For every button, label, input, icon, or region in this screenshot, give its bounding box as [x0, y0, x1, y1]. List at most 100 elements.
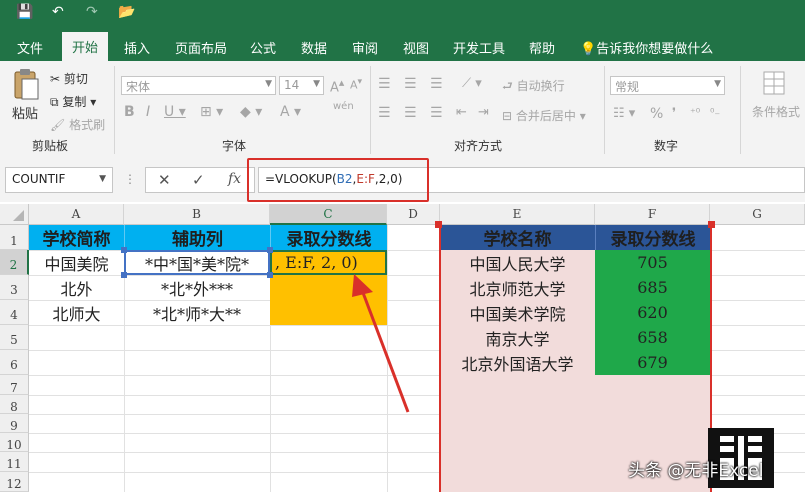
tab-developer[interactable]: 开发工具	[453, 38, 505, 57]
bold-icon[interactable]: B	[124, 104, 135, 120]
row-header-12[interactable]: 12	[0, 472, 29, 492]
column-header-e[interactable]: E	[440, 204, 595, 225]
font-size-combo[interactable]: 14 ▼	[279, 76, 324, 95]
tab-formulas[interactable]: 公式	[250, 38, 276, 57]
range-handle[interactable]	[267, 272, 273, 278]
cell-a3[interactable]: 北外	[29, 275, 124, 300]
orientation-icon[interactable]: ⟋ ▾	[462, 76, 482, 91]
merge-center-button[interactable]: ⊟ 合并后居中 ▾	[502, 107, 586, 124]
align-top-icon[interactable]: ☰	[378, 76, 391, 92]
comma-icon[interactable]: ❜	[672, 106, 676, 121]
conditional-format-button[interactable]: 条件格式	[752, 103, 800, 120]
select-all-corner[interactable]	[0, 204, 29, 225]
cell-b1[interactable]: 辅助列	[124, 225, 270, 250]
cell-b4[interactable]: *北*师*大**	[124, 300, 270, 325]
font-name-combo[interactable]: 宋体 ▼	[121, 76, 276, 95]
grow-font-icon[interactable]: A▴	[330, 76, 344, 95]
tab-page-layout[interactable]: 页面布局	[175, 38, 227, 57]
align-left-icon[interactable]: ☰	[378, 105, 391, 121]
number-format-combo[interactable]: 常规 ▼	[610, 76, 725, 95]
paste-icon[interactable]	[10, 68, 42, 102]
cut-button[interactable]: ✂ 剪切	[50, 70, 88, 87]
range-e-f-outline	[439, 225, 712, 492]
decrease-decimal-icon[interactable]: ⁰₋	[710, 106, 720, 119]
cell-c1[interactable]: 录取分数线	[270, 225, 387, 250]
row-header-11[interactable]: 11	[0, 452, 29, 472]
redo-icon[interactable]: ↷	[86, 4, 98, 20]
row-header-10[interactable]: 10	[0, 433, 29, 452]
row-header-1[interactable]: 1	[0, 225, 29, 250]
tab-data[interactable]: 数据	[301, 38, 327, 57]
row-header-3[interactable]: 3	[0, 275, 29, 300]
open-icon[interactable]: 📂	[118, 4, 135, 20]
name-box[interactable]: COUNTIF ▼	[5, 167, 113, 193]
row-header-9[interactable]: 9	[0, 414, 29, 433]
fill-color-icon[interactable]: ◆ ▾	[240, 104, 262, 120]
cell-b2[interactable]: *中*国*美*院*	[124, 250, 270, 275]
group-number-label: 数字	[654, 139, 679, 153]
align-center-icon[interactable]: ☰	[404, 105, 417, 121]
separator	[370, 66, 371, 154]
column-header-g[interactable]: G	[710, 204, 805, 225]
merge-icon: ⊟	[502, 109, 516, 123]
currency-icon[interactable]: ☷ ▾	[613, 106, 635, 121]
font-color-icon[interactable]: A ▾	[280, 104, 301, 120]
conditional-format-icon[interactable]	[762, 70, 786, 98]
range-handle[interactable]	[267, 247, 273, 253]
row-header-7[interactable]: 7	[0, 375, 29, 395]
increase-decimal-icon[interactable]: ⁺⁰	[690, 106, 700, 119]
enter-icon[interactable]: ✓	[192, 171, 205, 189]
align-right-icon[interactable]: ☰	[430, 105, 443, 121]
column-header-d[interactable]: D	[387, 204, 440, 225]
cancel-icon[interactable]: ✕	[158, 171, 171, 189]
tab-file[interactable]: 文件	[17, 38, 43, 57]
annotation-arrow	[352, 274, 410, 413]
row-header-4[interactable]: 4	[0, 300, 29, 325]
row-header-2[interactable]: 2	[0, 250, 29, 275]
tab-home[interactable]: 开始	[62, 32, 108, 61]
separator	[114, 66, 115, 154]
tab-help[interactable]: 帮助	[529, 38, 555, 57]
format-painter-button[interactable]: 🖌 格式刷	[50, 116, 105, 133]
separator	[740, 66, 741, 154]
undo-icon[interactable]: ↶	[52, 4, 64, 20]
group-font-label: 字体	[222, 139, 247, 153]
shrink-font-icon[interactable]: A▾	[350, 76, 362, 92]
underline-icon[interactable]: U ▾	[164, 104, 186, 120]
copy-icon: ⧉	[50, 95, 63, 109]
align-bottom-icon[interactable]: ☰	[430, 76, 443, 92]
cell-a4[interactable]: 北师大	[29, 300, 124, 325]
range-handle[interactable]	[121, 247, 127, 253]
column-header-c[interactable]: C	[270, 204, 387, 225]
align-middle-icon[interactable]: ☰	[404, 76, 417, 92]
tab-insert[interactable]: 插入	[124, 38, 150, 57]
range-handle[interactable]	[435, 221, 442, 228]
cell-a1[interactable]: 学校简称	[29, 225, 124, 250]
column-header-a[interactable]: A	[29, 204, 124, 225]
row-header-5[interactable]: 5	[0, 325, 29, 350]
wrap-text-button[interactable]: ⮐ 自动换行	[502, 77, 565, 98]
save-icon[interactable]: 💾	[16, 4, 33, 20]
tab-view[interactable]: 视图	[403, 38, 429, 57]
range-handle[interactable]	[708, 221, 715, 228]
indent-increase-icon[interactable]: ⇥	[478, 105, 489, 120]
insert-function-icon[interactable]: fx	[228, 171, 241, 187]
wrap-icon: ⮐	[502, 79, 517, 93]
tab-review[interactable]: 审阅	[352, 38, 378, 57]
paste-button[interactable]: 粘贴	[12, 103, 38, 122]
cell-a2[interactable]: 中国美院	[29, 250, 124, 275]
row-header-8[interactable]: 8	[0, 395, 29, 414]
phonetic-icon[interactable]: wén	[333, 101, 354, 112]
borders-icon[interactable]: ⊞ ▾	[200, 104, 223, 120]
indent-decrease-icon[interactable]: ⇤	[456, 105, 467, 120]
row-header-6[interactable]: 6	[0, 350, 29, 375]
column-header-f[interactable]: F	[595, 204, 710, 225]
tell-me-search[interactable]: 💡告诉我你想要做什么	[580, 38, 713, 57]
cell-b3[interactable]: *北*外***	[124, 275, 270, 300]
range-handle[interactable]	[121, 272, 127, 278]
column-header-b[interactable]: B	[124, 204, 270, 225]
lightbulb-icon: 💡	[580, 42, 597, 57]
copy-button[interactable]: ⧉ 复制 ▾	[50, 93, 96, 110]
percent-icon[interactable]: %	[650, 106, 663, 122]
italic-icon[interactable]: I	[146, 104, 150, 120]
